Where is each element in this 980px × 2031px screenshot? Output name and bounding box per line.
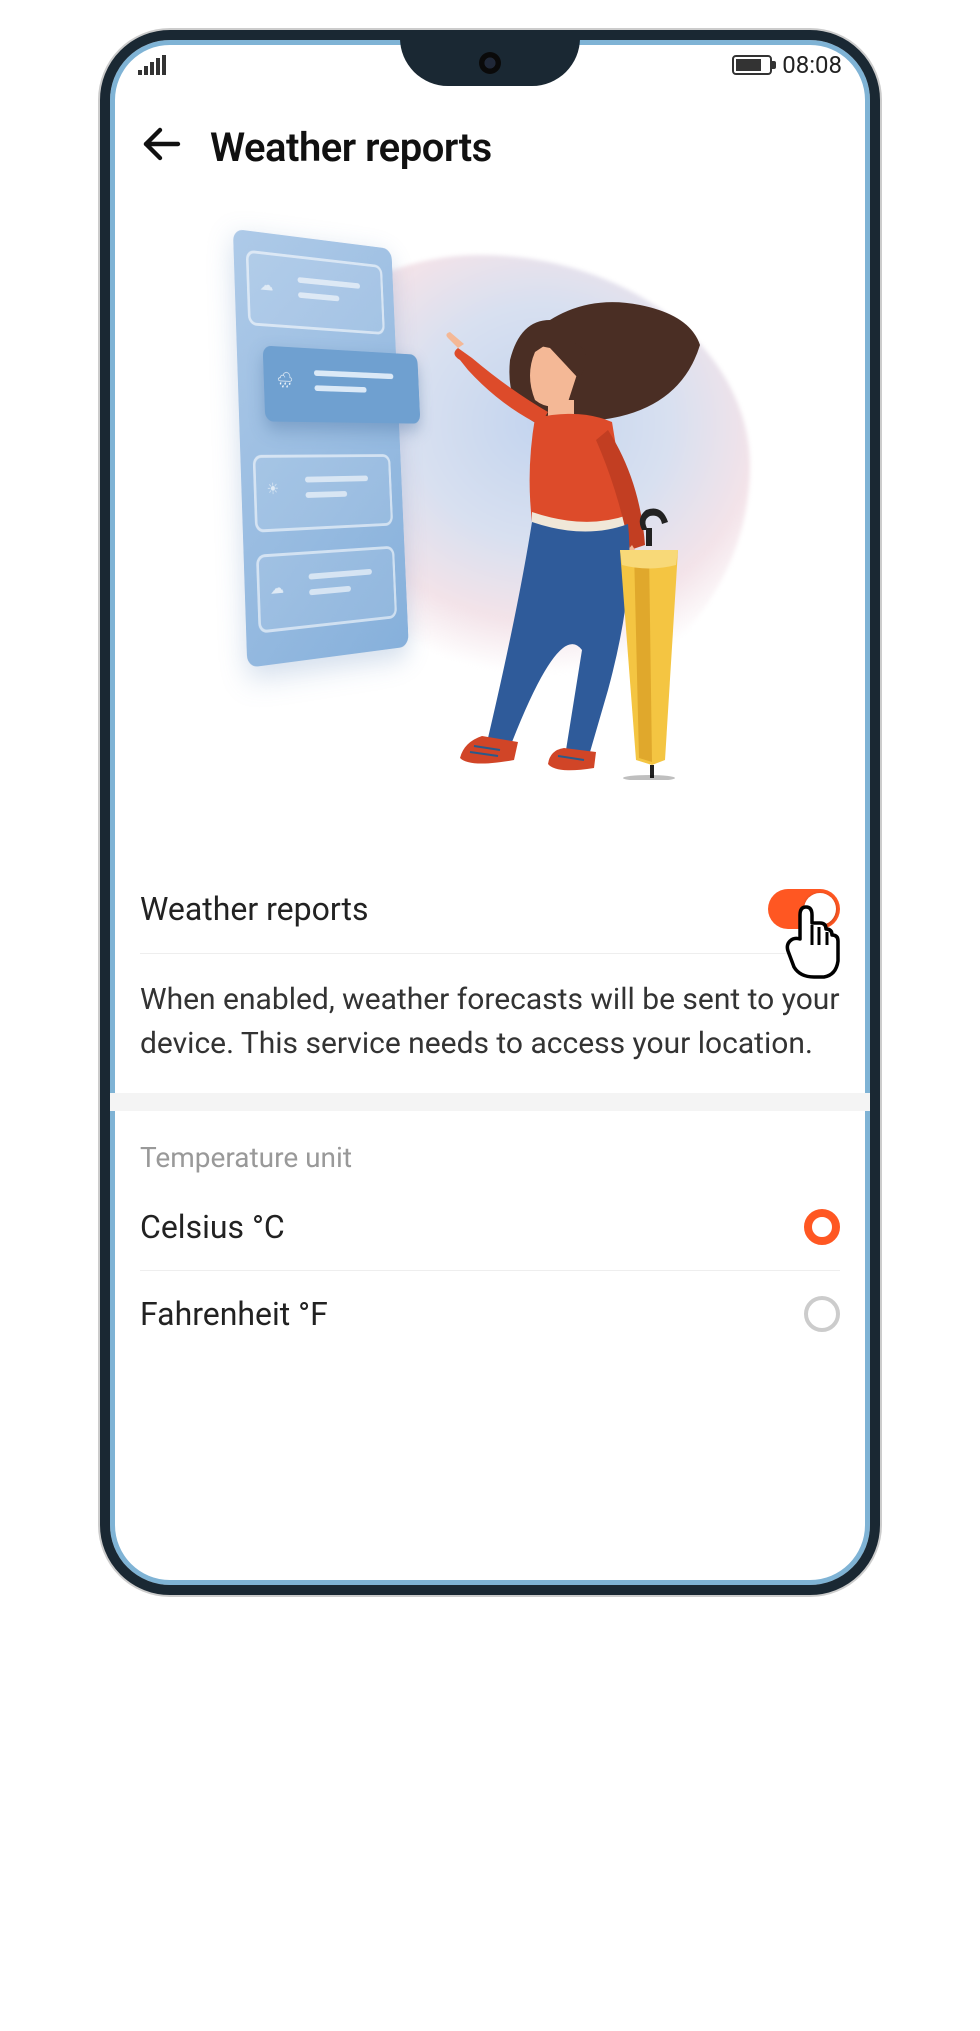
toggle-description: When enabled, weather forecasts will be … bbox=[140, 954, 840, 1093]
fahrenheit-row[interactable]: Fahrenheit °F bbox=[140, 1271, 840, 1357]
weather-panel-graphic: ☁ 🌧 ☀ ☁ bbox=[233, 229, 409, 668]
weather-reports-toggle[interactable] bbox=[768, 889, 840, 929]
temperature-unit-label: Temperature unit bbox=[140, 1111, 840, 1184]
toggle-label: Weather reports bbox=[140, 890, 368, 928]
settings-list: Weather reports When enabled, weather fo… bbox=[110, 805, 870, 1357]
battery-icon bbox=[732, 55, 772, 75]
power-button[interactable] bbox=[870, 570, 878, 710]
phone-frame: 08:08 Weather reports ☁ 🌧 ☀ ☁ bbox=[100, 30, 880, 1595]
back-arrow-icon[interactable] bbox=[138, 120, 186, 175]
volume-button[interactable] bbox=[870, 360, 878, 440]
celsius-row[interactable]: Celsius °C bbox=[140, 1184, 840, 1271]
celsius-label: Celsius °C bbox=[140, 1208, 285, 1246]
celsius-radio[interactable] bbox=[804, 1209, 840, 1245]
notch bbox=[400, 38, 580, 86]
page-title: Weather reports bbox=[210, 124, 492, 171]
header: Weather reports bbox=[110, 90, 870, 185]
section-divider bbox=[110, 1093, 870, 1111]
fahrenheit-radio[interactable] bbox=[804, 1296, 840, 1332]
status-time: 08:08 bbox=[782, 51, 842, 79]
signal-icon bbox=[138, 55, 166, 75]
hero-illustration: ☁ 🌧 ☀ ☁ bbox=[110, 185, 870, 805]
fahrenheit-label: Fahrenheit °F bbox=[140, 1295, 328, 1333]
person-illustration bbox=[440, 290, 720, 780]
weather-reports-row: Weather reports bbox=[140, 865, 840, 954]
